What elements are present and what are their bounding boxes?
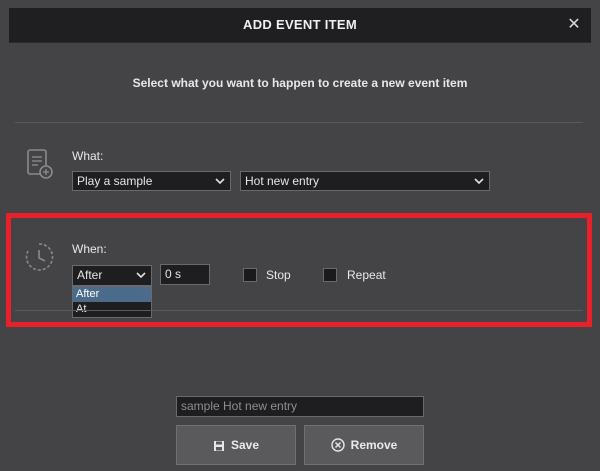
dialog-subtitle: Select what you want to happen to create… [132, 76, 468, 90]
remove-button[interactable]: Remove [304, 425, 424, 465]
what-label: What: [72, 149, 104, 163]
save-button[interactable]: Save [176, 425, 296, 465]
save-icon [213, 441, 224, 451]
remove-circle-icon [330, 438, 345, 452]
event-name-field[interactable]: sample Hot new entry [176, 396, 424, 417]
dialog-title: ADD EVENT ITEM [243, 17, 357, 32]
target-select[interactable]: Hot new entry [240, 171, 490, 191]
action-select[interactable]: Play a sample [72, 171, 231, 191]
add-event-item-dialog: ADD EVENT ITEM ✕ Select what you want to… [0, 0, 600, 471]
annotation-highlight-box [6, 213, 592, 327]
remove-button-label: Remove [350, 438, 398, 452]
chevron-down-icon [474, 178, 484, 185]
divider-top [15, 122, 583, 123]
save-button-label: Save [230, 438, 260, 452]
document-add-icon [27, 149, 53, 179]
dialog-titlebar: ADD EVENT ITEM ✕ [9, 8, 591, 43]
action-select-value: Play a sample [77, 174, 153, 188]
close-icon[interactable]: ✕ [563, 14, 585, 36]
chevron-down-icon [215, 178, 225, 185]
target-select-value: Hot new entry [245, 174, 320, 188]
